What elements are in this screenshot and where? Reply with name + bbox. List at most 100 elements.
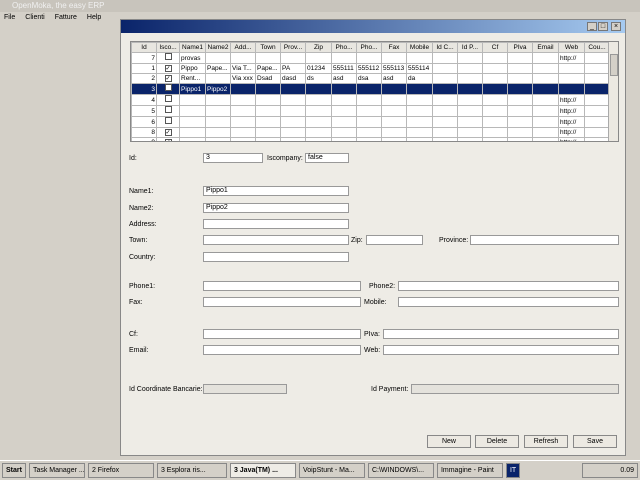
menu-fatture[interactable]: Fatture: [55, 12, 77, 23]
table-cell: [457, 52, 483, 64]
table-row[interactable]: 3 Pippo1 Pippo2: [131, 83, 610, 95]
table-row[interactable]: 6 http://: [131, 116, 610, 128]
table-cell: [205, 137, 231, 141]
table-cell: [532, 105, 559, 117]
id-field[interactable]: 3: [203, 153, 263, 163]
table-row[interactable]: 1 ✓ Pippo Pape... Via T... Pape... PA 01234 5551…: [131, 63, 610, 74]
idcoord-label: Id Coordinate Bancarie:: [129, 386, 203, 393]
iscompany-checkbox[interactable]: [164, 84, 172, 91]
column-header[interactable]: PIva: [507, 42, 533, 53]
town-field[interactable]: [203, 235, 349, 245]
column-header[interactable]: Zip: [305, 42, 332, 53]
iscompany-checkbox[interactable]: [164, 106, 172, 113]
table-cell: Pape...: [255, 63, 281, 74]
column-header[interactable]: Cf: [482, 42, 508, 53]
table-scrollbar[interactable]: [608, 42, 618, 141]
table-cell: [179, 94, 206, 106]
refresh-button[interactable]: Refresh: [524, 435, 568, 448]
province-field[interactable]: [470, 235, 619, 245]
table-row[interactable]: 8 ✓ http://: [131, 127, 610, 138]
taskbar-item[interactable]: Task Manager ...: [28, 463, 85, 478]
phone1-field[interactable]: [203, 281, 361, 291]
column-header[interactable]: Id: [131, 42, 157, 53]
iscompany-checkbox[interactable]: ✓: [164, 129, 172, 136]
taskbar-item[interactable]: VoipStunt - Ma...: [298, 463, 365, 478]
scrollbar-thumb[interactable]: [610, 54, 618, 76]
phone2-field[interactable]: [398, 281, 619, 291]
column-header[interactable]: Web: [558, 42, 585, 53]
column-header[interactable]: Pho...: [356, 42, 382, 53]
iscompany-checkbox[interactable]: [164, 95, 172, 102]
cf-field[interactable]: [203, 329, 361, 339]
taskbar-item-active[interactable]: 3 Java(TM) ...: [229, 463, 296, 478]
table-row[interactable]: 4 http://: [131, 94, 610, 106]
close-button[interactable]: ×: [611, 22, 621, 31]
column-header[interactable]: Mobile: [406, 42, 433, 53]
column-header[interactable]: Prov...: [280, 42, 306, 53]
idcoord-field[interactable]: [203, 384, 287, 394]
table-row[interactable]: 2 ✓ Rent... Via xxx Dsad dasd ds asd dsa asd da: [131, 73, 610, 84]
table-cell: [507, 105, 533, 117]
window-title-bar[interactable]: _ □ ×: [121, 20, 625, 33]
iscompany-checkbox[interactable]: [164, 117, 172, 124]
minimize-button[interactable]: _: [587, 22, 597, 31]
column-header[interactable]: Email: [532, 42, 559, 53]
language-indicator[interactable]: IT: [505, 463, 521, 478]
name2-field[interactable]: Pippo2: [203, 203, 349, 213]
web-field[interactable]: [383, 345, 619, 355]
save-button[interactable]: Save: [573, 435, 617, 448]
table-row[interactable]: 7 provas http://: [131, 52, 610, 64]
table-cell: Via xxx: [230, 73, 256, 84]
fax-field[interactable]: [203, 297, 361, 307]
table-cell: [205, 116, 231, 128]
table-cell: http://: [558, 116, 585, 128]
column-header[interactable]: Name2: [205, 42, 231, 53]
email-field[interactable]: [203, 345, 361, 355]
table-cell: [584, 83, 610, 95]
taskbar-item[interactable]: 2 Firefox: [87, 463, 154, 478]
column-header[interactable]: Add...: [230, 42, 256, 53]
mobile-field[interactable]: [398, 297, 619, 307]
iscompany-checkbox[interactable]: [164, 53, 172, 60]
taskbar-item[interactable]: C:\WINDOWS\...: [367, 463, 434, 478]
table-row[interactable]: 5 http://: [131, 105, 610, 117]
new-button[interactable]: New: [427, 435, 471, 448]
table-cell: [584, 63, 610, 74]
table-cell: [356, 137, 382, 141]
delete-button[interactable]: Delete: [475, 435, 519, 448]
address-field[interactable]: [203, 219, 349, 229]
column-header[interactable]: Id P...: [457, 42, 483, 53]
table-cell: [406, 137, 433, 141]
country-field[interactable]: [203, 252, 349, 262]
iscompany-field[interactable]: false: [305, 153, 349, 163]
table-cell: [558, 63, 585, 74]
column-header[interactable]: Fax: [381, 42, 407, 53]
name1-field[interactable]: Pippo1: [203, 186, 349, 196]
table-row[interactable]: 9 ✓ http://: [131, 137, 610, 141]
taskbar-item[interactable]: 3 Esplora ris...: [156, 463, 227, 478]
taskbar-item[interactable]: Immagine - Paint: [436, 463, 503, 478]
piva-field[interactable]: [383, 329, 619, 339]
column-header[interactable]: Pho...: [331, 42, 357, 53]
table-cell: [482, 137, 508, 141]
menu-clienti[interactable]: Clienti: [25, 12, 44, 23]
iscompany-checkbox[interactable]: ✓: [164, 65, 172, 72]
zip-field[interactable]: [366, 235, 423, 245]
column-header[interactable]: Isco...: [156, 42, 180, 53]
column-header[interactable]: Town: [255, 42, 281, 53]
idpayment-field[interactable]: [411, 384, 619, 394]
iscompany-checkbox[interactable]: ✓: [164, 75, 172, 82]
table-cell: [584, 73, 610, 84]
table-cell: [432, 105, 458, 117]
column-header[interactable]: Id C...: [432, 42, 458, 53]
table-cell: [532, 52, 559, 64]
column-header[interactable]: Name1: [179, 42, 206, 53]
menu-file[interactable]: File: [4, 12, 15, 23]
iscompany-checkbox[interactable]: ✓: [164, 139, 172, 141]
column-header[interactable]: Cou...: [584, 42, 610, 53]
table-cell: [482, 52, 508, 64]
menu-help[interactable]: Help: [87, 12, 101, 23]
start-button[interactable]: Start: [2, 463, 26, 478]
table-cell: Pippo: [179, 63, 206, 74]
maximize-button[interactable]: □: [598, 22, 608, 31]
